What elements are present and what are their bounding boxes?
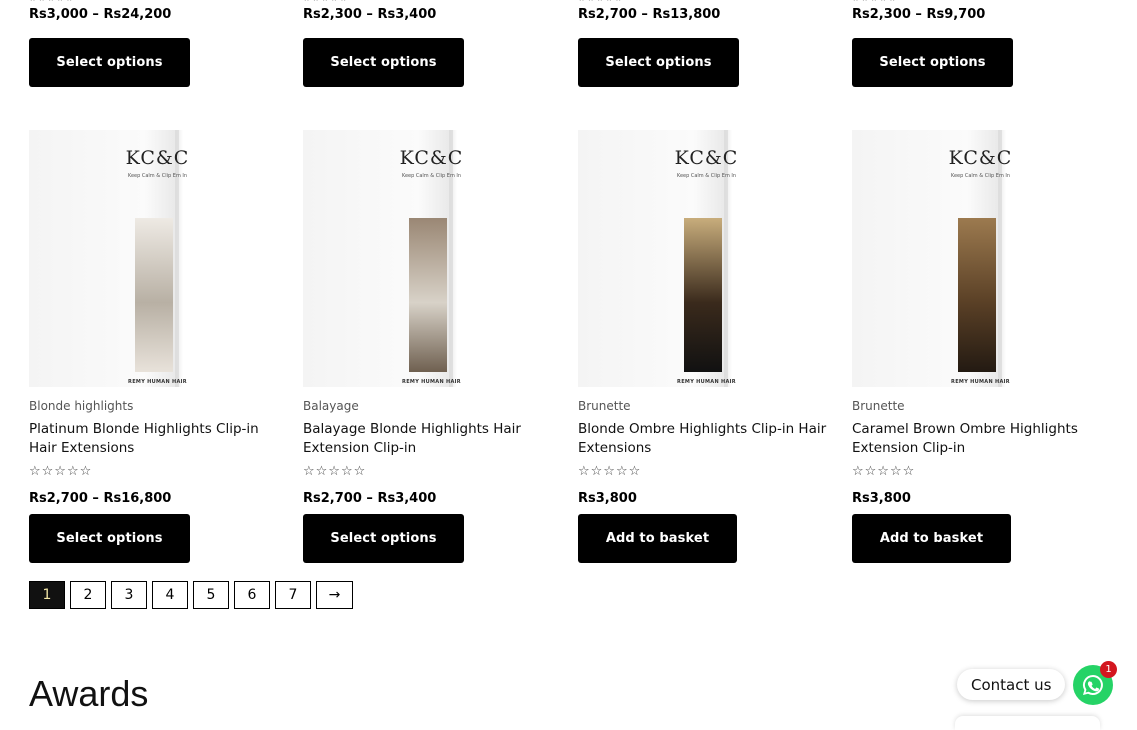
hair-swatch xyxy=(409,218,447,372)
brand-logo: KC&C xyxy=(399,147,464,169)
product-image[interactable]: KC&C Keep Calm & Clip Em In REMY HUMAN H… xyxy=(578,130,835,387)
product-category: Blonde highlights xyxy=(29,399,134,413)
next-page-arrow-icon[interactable]: → xyxy=(316,581,353,609)
contact-us-label[interactable]: Contact us xyxy=(957,669,1066,700)
star-rating: ★★★★★ xyxy=(852,0,898,3)
page-3[interactable]: 3 xyxy=(111,581,147,609)
add-to-basket-button[interactable]: Add to basket xyxy=(578,514,737,563)
hair-swatch xyxy=(135,218,173,372)
brand-logo: KC&C xyxy=(948,147,1013,169)
package-footer: REMY HUMAN HAIR xyxy=(128,379,187,385)
star-rating: ☆☆☆☆☆ xyxy=(29,464,93,479)
price-range: Rs2,700 – Rs16,800 xyxy=(29,491,172,506)
select-options-button[interactable]: Select options xyxy=(29,38,190,87)
product-category: Brunette xyxy=(578,399,631,413)
select-options-button[interactable]: Select options xyxy=(852,38,1013,87)
pagination: 1 2 3 4 5 6 7 → xyxy=(29,581,353,609)
product-card: KC&C Keep Calm & Clip Em In REMY HUMAN H… xyxy=(29,130,286,590)
price: Rs3,800 xyxy=(578,491,637,506)
brand-tagline: Keep Calm & Clip Em In xyxy=(676,173,737,179)
price: Rs3,800 xyxy=(852,491,911,506)
product-title[interactable]: Balayage Blonde Highlights Hair Extensio… xyxy=(303,420,560,458)
whatsapp-icon xyxy=(1083,675,1103,695)
package-footer: REMY HUMAN HAIR xyxy=(402,379,461,385)
brand-tagline: Keep Calm & Clip Em In xyxy=(401,173,462,179)
price-range: Rs2,700 – Rs3,400 xyxy=(303,491,437,506)
hair-swatch xyxy=(958,218,996,372)
brand-logo: KC&C xyxy=(674,147,739,169)
star-rating: ☆☆☆☆☆ xyxy=(852,464,916,479)
hair-swatch xyxy=(684,218,722,372)
package-footer: REMY HUMAN HAIR xyxy=(951,379,1010,385)
product-image[interactable]: KC&C Keep Calm & Clip Em In REMY HUMAN H… xyxy=(303,130,560,387)
star-rating: ★★★★★ xyxy=(578,0,624,3)
star-rating: ★★★★★ xyxy=(29,0,75,3)
page-1[interactable]: 1 xyxy=(29,581,65,609)
package-footer: REMY HUMAN HAIR xyxy=(677,379,736,385)
product-card: KC&C Keep Calm & Clip Em In REMY HUMAN H… xyxy=(303,130,560,590)
price-range: Rs2,300 – Rs3,400 xyxy=(303,7,437,22)
page-5[interactable]: 5 xyxy=(193,581,229,609)
product-image[interactable]: KC&C Keep Calm & Clip Em In REMY HUMAN H… xyxy=(852,130,1109,387)
product-category: Balayage xyxy=(303,399,359,413)
brand-tagline: Keep Calm & Clip Em In xyxy=(127,173,188,179)
page-7[interactable]: 7 xyxy=(275,581,311,609)
select-options-button[interactable]: Select options xyxy=(578,38,739,87)
page-6[interactable]: 6 xyxy=(234,581,270,609)
product-card: KC&C Keep Calm & Clip Em In REMY HUMAN H… xyxy=(578,130,835,590)
product-card: KC&C Keep Calm & Clip Em In REMY HUMAN H… xyxy=(852,130,1109,590)
star-rating: ☆☆☆☆☆ xyxy=(303,464,367,479)
page-4[interactable]: 4 xyxy=(152,581,188,609)
add-to-basket-button[interactable]: Add to basket xyxy=(852,514,1011,563)
price-range: Rs2,300 – Rs9,700 xyxy=(852,7,986,22)
product-title[interactable]: Platinum Blonde Highlights Clip-in Hair … xyxy=(29,420,286,458)
product-title[interactable]: Caramel Brown Ombre Highlights Extension… xyxy=(852,420,1109,458)
product-image[interactable]: KC&C Keep Calm & Clip Em In REMY HUMAN H… xyxy=(29,130,286,387)
brand-tagline: Keep Calm & Clip Em In xyxy=(950,173,1011,179)
product-title[interactable]: Blonde Ombre Highlights Clip-in Hair Ext… xyxy=(578,420,835,458)
notification-badge: 1 xyxy=(1100,661,1117,678)
brand-logo: KC&C xyxy=(125,147,190,169)
star-rating: ★★★★★ xyxy=(303,0,349,3)
select-options-button[interactable]: Select options xyxy=(303,38,464,87)
select-options-button[interactable]: Select options xyxy=(303,514,464,563)
section-heading: Awards xyxy=(29,673,149,714)
product-category: Brunette xyxy=(852,399,905,413)
price-range: Rs3,000 – Rs24,200 xyxy=(29,7,172,22)
select-options-button[interactable]: Select options xyxy=(29,514,190,563)
chat-widget-tab[interactable] xyxy=(955,716,1100,730)
star-rating: ☆☆☆☆☆ xyxy=(578,464,642,479)
price-range: Rs2,700 – Rs13,800 xyxy=(578,7,721,22)
page-2[interactable]: 2 xyxy=(70,581,106,609)
